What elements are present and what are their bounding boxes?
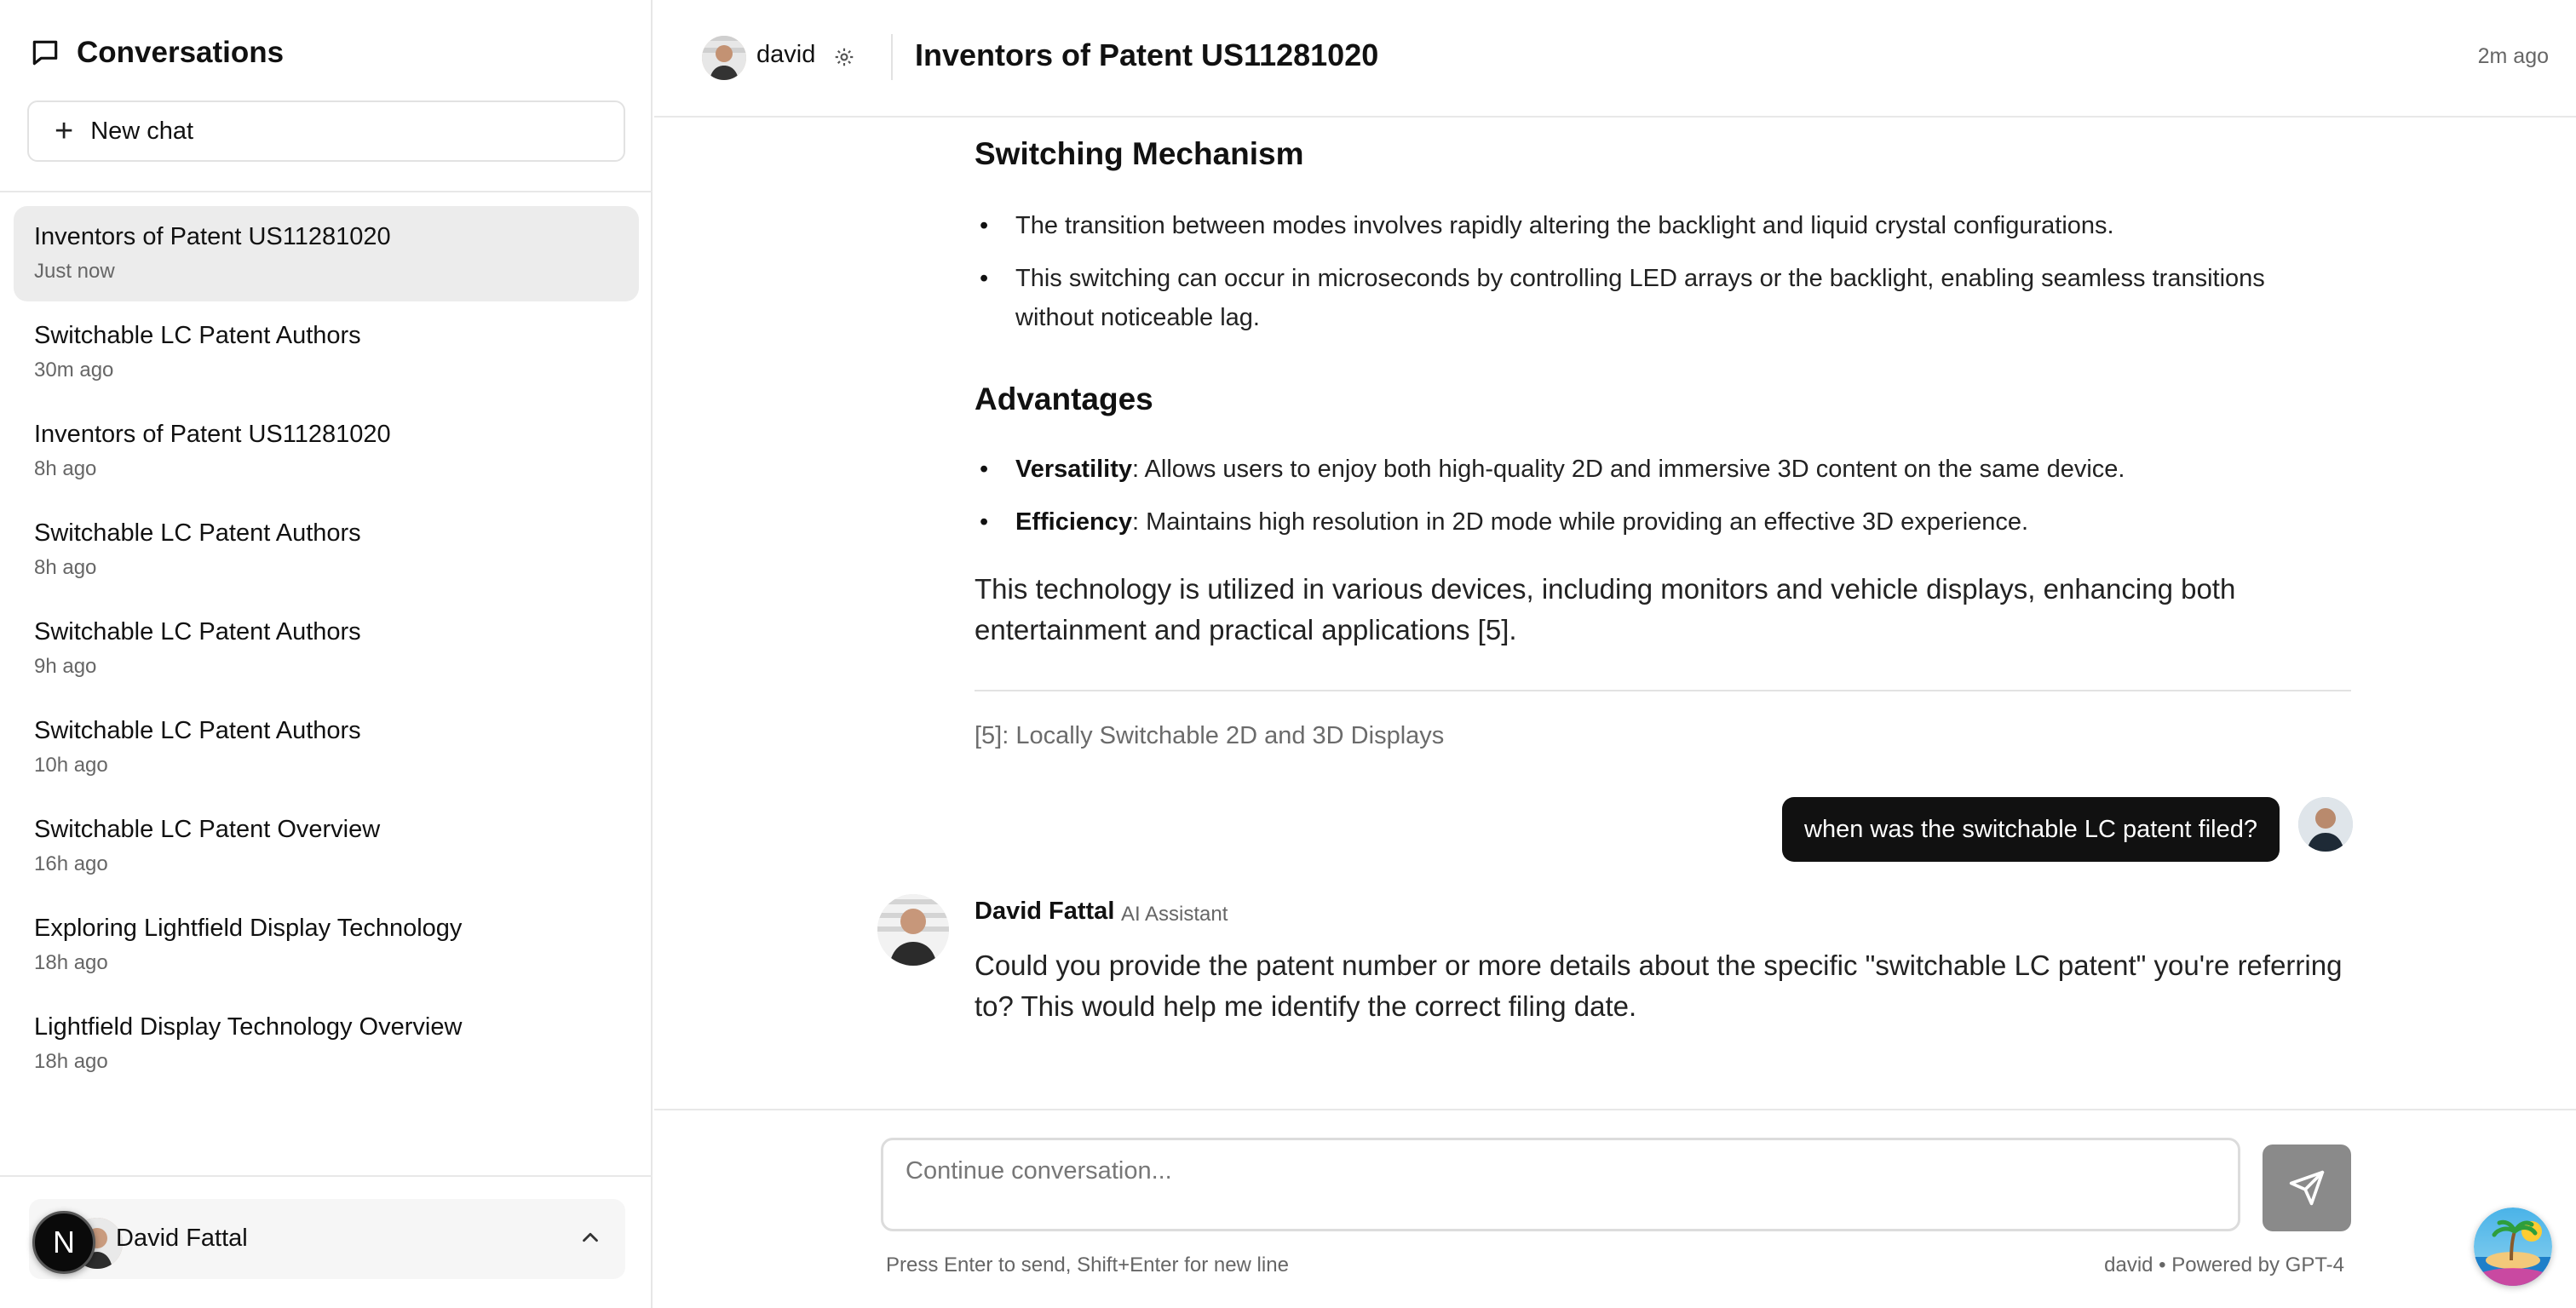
conversation-item[interactable]: Exploring Lightfield Display Technology …	[14, 898, 639, 993]
conversation-time: 30m ago	[34, 359, 114, 382]
composer-divider	[654, 1109, 2576, 1110]
footnote-divider	[975, 690, 2351, 691]
chat-header: david Inventors of Patent US11281020 2m …	[654, 0, 2576, 118]
bullet-item: Efficiency: Maintains high resolution in…	[980, 502, 2319, 542]
conversation-title: Switchable LC Patent Authors	[34, 322, 361, 349]
sidebar-header: Conversations	[29, 32, 284, 73]
send-button[interactable]	[2263, 1144, 2351, 1231]
conversation-title: Inventors of Patent US11281020	[34, 223, 391, 250]
conversation-time: 16h ago	[34, 852, 108, 875]
header-separator	[891, 34, 893, 80]
user-message-bubble: when was the switchable LC patent filed?	[1782, 797, 2280, 862]
avatar[interactable]	[702, 36, 746, 80]
header-timestamp: 2m ago	[2477, 44, 2549, 68]
message-paragraph: This technology is utilized in various d…	[975, 573, 2236, 645]
user-name: David Fattal	[116, 1225, 248, 1252]
conversation-time: 9h ago	[34, 655, 97, 678]
bullet-item: Versatility: Allows users to enjoy both …	[980, 450, 2319, 489]
conversation-item[interactable]: Lightfield Display Technology Overview 1…	[14, 996, 639, 1092]
user-menu-button[interactable]: N David Fattal	[29, 1199, 625, 1279]
conversation-item[interactable]: Inventors of Patent US11281020 8h ago	[14, 404, 639, 499]
footnote-link[interactable]: [5]: Locally Switchable 2D and 3D Displa…	[975, 722, 1444, 750]
island-logo-icon	[2474, 1208, 2552, 1286]
conversation-time: 8h ago	[34, 457, 97, 480]
bullet-term: Efficiency	[1015, 508, 1132, 536]
chevron-up-icon	[583, 1232, 598, 1242]
conversation-title: Switchable LC Patent Overview	[34, 816, 381, 843]
conversation-item[interactable]: Switchable LC Patent Authors 8h ago	[14, 502, 639, 598]
bullet-item: The transition between modes involves ra…	[980, 206, 2319, 245]
new-chat-label: New chat	[90, 117, 194, 145]
workspace-badge[interactable]: N	[32, 1211, 95, 1274]
bullet-text: : Maintains high resolution in 2D mode w…	[1132, 508, 2029, 536]
avatar	[877, 894, 949, 966]
bullet-text: : Allows users to enjoy both high-qualit…	[1132, 456, 2125, 483]
sidebar-divider	[0, 191, 653, 192]
sidebar: Conversations + New chat Inventors of Pa…	[0, 0, 653, 1308]
send-icon	[2289, 1170, 2325, 1206]
conversation-title: Lightfield Display Technology Overview	[34, 1013, 463, 1041]
header-username: david	[756, 41, 816, 68]
assistant-name: David Fattal	[975, 898, 1115, 925]
conversation-time: 10h ago	[34, 754, 108, 777]
powered-by-label: david • Powered by GPT-4	[2104, 1254, 2344, 1276]
chat-bubble-icon	[32, 40, 58, 66]
floating-assistant-button[interactable]	[2474, 1208, 2552, 1286]
conversation-item[interactable]: Switchable LC Patent Authors 10h ago	[14, 700, 639, 795]
conversation-title: Switchable LC Patent Authors	[34, 519, 361, 547]
conversation-time: 8h ago	[34, 556, 97, 579]
conversation-title: Switchable LC Patent Authors	[34, 618, 361, 645]
composer-hint: Press Enter to send, Shift+Enter for new…	[886, 1254, 1289, 1276]
gear-icon[interactable]	[833, 46, 855, 68]
conversation-item[interactable]: Switchable LC Patent Authors 9h ago	[14, 601, 639, 697]
assistant-role-badge: AI Assistant	[1121, 903, 1228, 926]
conversation-time: Just now	[34, 260, 115, 283]
conversation-title: Switchable LC Patent Authors	[34, 717, 361, 744]
conversation-list: Inventors of Patent US11281020 Just now …	[14, 206, 639, 1095]
section-heading: Advantages	[975, 382, 1153, 416]
section-heading: Switching Mechanism	[975, 136, 1304, 171]
bullet-item: This switching can occur in microseconds…	[980, 259, 2319, 337]
assistant-message: Could you provide the patent number or m…	[975, 949, 2343, 1022]
conversation-item[interactable]: Inventors of Patent US11281020 Just now	[14, 206, 639, 301]
page-title: Inventors of Patent US11281020	[915, 37, 1379, 72]
conversation-title: Exploring Lightfield Display Technology	[34, 915, 463, 942]
sidebar-title: Conversations	[77, 36, 285, 69]
bullet-term: Versatility	[1015, 456, 1133, 483]
conversation-title: Inventors of Patent US11281020	[34, 421, 391, 448]
sidebar-footer-divider	[0, 1175, 653, 1177]
plus-icon: +	[55, 113, 74, 149]
conversation-item[interactable]: Switchable LC Patent Authors 30m ago	[14, 305, 639, 400]
conversation-time: 18h ago	[34, 951, 108, 974]
new-chat-button[interactable]: + New chat	[27, 100, 625, 162]
conversation-time: 18h ago	[34, 1050, 108, 1073]
conversation-item[interactable]: Switchable LC Patent Overview 16h ago	[14, 799, 639, 894]
message-input[interactable]	[881, 1138, 2240, 1231]
avatar	[2298, 797, 2353, 852]
